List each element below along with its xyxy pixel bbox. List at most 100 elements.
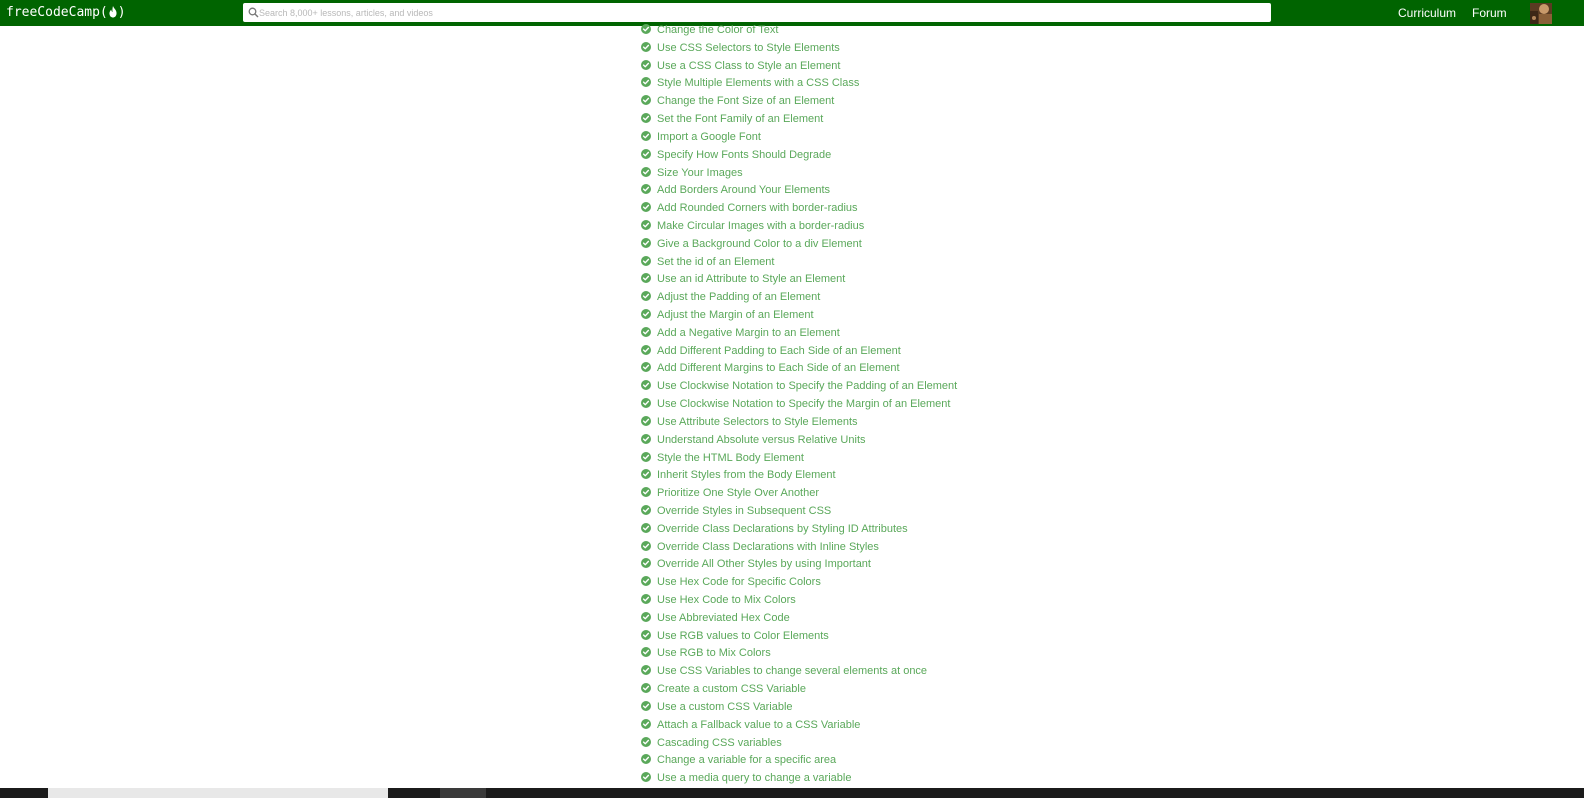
lesson-link[interactable]: Use Attribute Selectors to Style Element… xyxy=(657,416,858,428)
lesson-link[interactable]: Change a variable for a specific area xyxy=(657,754,836,766)
lesson-item[interactable]: Cascading CSS variables xyxy=(640,735,957,753)
lesson-link[interactable]: Use CSS Selectors to Style Elements xyxy=(657,42,840,54)
lesson-link[interactable]: Understand Absolute versus Relative Unit… xyxy=(657,434,866,446)
lesson-item[interactable]: Use CSS Selectors to Style Elements xyxy=(640,40,957,58)
lesson-item[interactable]: Understand Absolute versus Relative Unit… xyxy=(640,432,957,450)
lesson-link[interactable]: Adjust the Margin of an Element xyxy=(657,309,814,321)
lesson-link[interactable]: Prioritize One Style Over Another xyxy=(657,487,819,499)
check-circle-icon xyxy=(641,433,651,444)
lesson-link[interactable]: Size Your Images xyxy=(657,167,743,179)
lesson-item[interactable]: Change the Color of Text xyxy=(640,22,957,40)
lesson-item[interactable]: Use Clockwise Notation to Specify the Pa… xyxy=(640,378,957,396)
lesson-item[interactable]: Use Hex Code for Specific Colors xyxy=(640,574,957,592)
search-box[interactable] xyxy=(243,3,1271,22)
lesson-item[interactable]: Make Circular Images with a border-radiu… xyxy=(640,218,957,236)
lesson-link[interactable]: Specify How Fonts Should Degrade xyxy=(657,149,831,161)
lesson-item[interactable]: Inherit Styles from the Body Element xyxy=(640,467,957,485)
lesson-item[interactable]: Set the id of an Element xyxy=(640,254,957,272)
lesson-item[interactable]: Override Styles in Subsequent CSS xyxy=(640,503,957,521)
lesson-link[interactable]: Attach a Fallback value to a CSS Variabl… xyxy=(657,719,860,731)
lesson-link[interactable]: Use Abbreviated Hex Code xyxy=(657,612,790,624)
freecodecamp-logo[interactable]: freeCodeCamp() xyxy=(6,4,126,24)
search-icon xyxy=(248,7,259,18)
nav-forum-link[interactable]: Forum xyxy=(1472,6,1507,20)
lesson-item[interactable]: Use CSS Variables to change several elem… xyxy=(640,663,957,681)
lesson-link[interactable]: Cascading CSS variables xyxy=(657,737,782,749)
lesson-item[interactable]: Use RGB values to Color Elements xyxy=(640,628,957,646)
lesson-item[interactable]: Prioritize One Style Over Another xyxy=(640,485,957,503)
lesson-link[interactable]: Set the id of an Element xyxy=(657,256,774,268)
lesson-item[interactable]: Override All Other Styles by using Impor… xyxy=(640,556,957,574)
lesson-link[interactable]: Override All Other Styles by using Impor… xyxy=(657,558,871,570)
lesson-item[interactable]: Change a variable for a specific area xyxy=(640,752,957,770)
lesson-item[interactable]: Use Abbreviated Hex Code xyxy=(640,610,957,628)
lesson-link[interactable]: Use an id Attribute to Style an Element xyxy=(657,273,845,285)
lesson-link[interactable]: Add Different Padding to Each Side of an… xyxy=(657,345,901,357)
lesson-item[interactable]: Override Class Declarations with Inline … xyxy=(640,539,957,557)
lesson-item[interactable]: Use Hex Code to Mix Colors xyxy=(640,592,957,610)
lesson-link[interactable]: Add Borders Around Your Elements xyxy=(657,184,830,196)
lesson-link[interactable]: Use Clockwise Notation to Specify the Pa… xyxy=(657,380,957,392)
lesson-link[interactable]: Create a custom CSS Variable xyxy=(657,683,806,695)
bottom-scrollbar-strip[interactable] xyxy=(0,788,1584,798)
lesson-item[interactable]: Adjust the Margin of an Element xyxy=(640,307,957,325)
lesson-link[interactable]: Add a Negative Margin to an Element xyxy=(657,327,840,339)
lesson-item[interactable]: Use RGB to Mix Colors xyxy=(640,645,957,663)
lesson-link[interactable]: Use CSS Variables to change several elem… xyxy=(657,665,927,677)
lesson-link[interactable]: Use RGB values to Color Elements xyxy=(657,630,829,642)
lesson-link[interactable]: Override Class Declarations with Inline … xyxy=(657,541,879,553)
user-avatar[interactable] xyxy=(1530,3,1552,24)
lesson-item[interactable]: Add Different Margins to Each Side of an… xyxy=(640,360,957,378)
lesson-link[interactable]: Use Hex Code to Mix Colors xyxy=(657,594,796,606)
lesson-item[interactable]: Specify How Fonts Should Degrade xyxy=(640,147,957,165)
lesson-link[interactable]: Make Circular Images with a border-radiu… xyxy=(657,220,864,232)
lesson-link[interactable]: Use RGB to Mix Colors xyxy=(657,647,771,659)
lesson-link[interactable]: Change the Font Size of an Element xyxy=(657,95,834,107)
check-circle-icon xyxy=(641,504,651,515)
lesson-link[interactable]: Override Class Declarations by Styling I… xyxy=(657,523,908,535)
lesson-link[interactable]: Use a CSS Class to Style an Element xyxy=(657,60,840,72)
lesson-link[interactable]: Import a Google Font xyxy=(657,131,761,143)
lesson-item[interactable]: Add Borders Around Your Elements xyxy=(640,182,957,200)
lesson-item[interactable]: Change the Font Size of an Element xyxy=(640,93,957,111)
lesson-link[interactable]: Use a media query to change a variable xyxy=(657,772,851,784)
lesson-link[interactable]: Style the HTML Body Element xyxy=(657,452,804,464)
lesson-link[interactable]: Inherit Styles from the Body Element xyxy=(657,469,836,481)
lesson-item[interactable]: Use a custom CSS Variable xyxy=(640,699,957,717)
lesson-item[interactable]: Use Attribute Selectors to Style Element… xyxy=(640,414,957,432)
check-circle-icon xyxy=(641,451,651,462)
lesson-item[interactable]: Add a Negative Margin to an Element xyxy=(640,325,957,343)
check-circle-icon xyxy=(641,487,651,498)
lesson-item[interactable]: Attach a Fallback value to a CSS Variabl… xyxy=(640,717,957,735)
lesson-link[interactable]: Give a Background Color to a div Element xyxy=(657,238,862,250)
lesson-item[interactable]: Add Different Padding to Each Side of an… xyxy=(640,343,957,361)
lesson-link[interactable]: Style Multiple Elements with a CSS Class xyxy=(657,77,859,89)
lesson-item[interactable]: Size Your Images xyxy=(640,165,957,183)
lesson-link[interactable]: Set the Font Family of an Element xyxy=(657,113,823,125)
check-circle-icon xyxy=(641,558,651,569)
lesson-link[interactable]: Adjust the Padding of an Element xyxy=(657,291,820,303)
lesson-item[interactable]: Style the HTML Body Element xyxy=(640,450,957,468)
lesson-item[interactable]: Adjust the Padding of an Element xyxy=(640,289,957,307)
lesson-link[interactable]: Use Clockwise Notation to Specify the Ma… xyxy=(657,398,950,410)
lesson-item[interactable]: Import a Google Font xyxy=(640,129,957,147)
lesson-item[interactable]: Use an id Attribute to Style an Element xyxy=(640,271,957,289)
lesson-link[interactable]: Add Different Margins to Each Side of an… xyxy=(657,362,900,374)
lesson-item[interactable]: Add Rounded Corners with border-radius xyxy=(640,200,957,218)
lesson-item[interactable]: Use a media query to change a variable xyxy=(640,770,957,788)
lesson-item[interactable]: Override Class Declarations by Styling I… xyxy=(640,521,957,539)
lesson-item[interactable]: Style Multiple Elements with a CSS Class xyxy=(640,75,957,93)
nav-curriculum-link[interactable]: Curriculum xyxy=(1398,6,1456,20)
lesson-link[interactable]: Change the Color of Text xyxy=(657,24,778,36)
lesson-item[interactable]: Use Clockwise Notation to Specify the Ma… xyxy=(640,396,957,414)
lesson-item[interactable]: Give a Background Color to a div Element xyxy=(640,236,957,254)
flame-icon xyxy=(108,5,118,24)
lesson-link[interactable]: Use Hex Code for Specific Colors xyxy=(657,576,821,588)
lesson-item[interactable]: Use a CSS Class to Style an Element xyxy=(640,58,957,76)
lesson-link[interactable]: Override Styles in Subsequent CSS xyxy=(657,505,831,517)
lesson-link[interactable]: Add Rounded Corners with border-radius xyxy=(657,202,858,214)
lesson-item[interactable]: Create a custom CSS Variable xyxy=(640,681,957,699)
search-input[interactable] xyxy=(259,3,1259,22)
lesson-link[interactable]: Use a custom CSS Variable xyxy=(657,701,793,713)
lesson-item[interactable]: Set the Font Family of an Element xyxy=(640,111,957,129)
